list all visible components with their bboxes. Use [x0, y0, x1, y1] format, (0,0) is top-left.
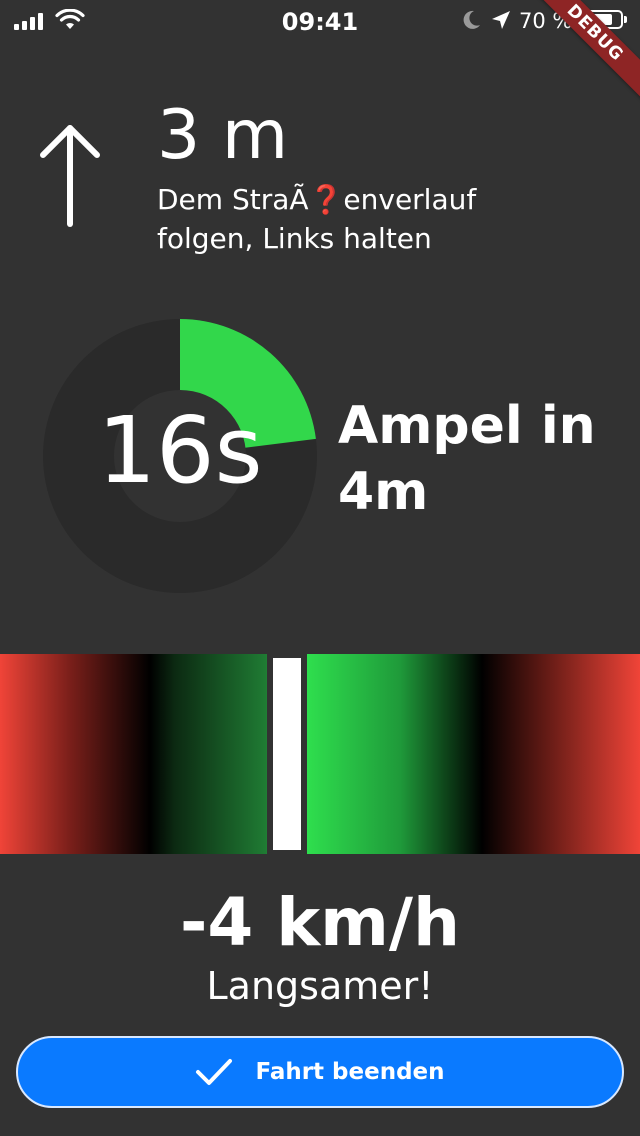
countdown-seconds: 16s: [97, 397, 263, 504]
speed-position-marker-inner: [273, 658, 301, 850]
moon-icon: [463, 10, 480, 29]
arrow-up-icon: [40, 125, 100, 227]
speed-guidance-gradient: [0, 654, 640, 854]
maneuver-distance: 3 m: [157, 96, 289, 175]
checkmark-icon: [196, 1059, 233, 1085]
location-arrow-icon: [492, 11, 510, 29]
app-screen: 09:41 70 % DEBUG 3 m Dem StraÃ❓enverlauf…: [0, 0, 640, 1136]
end-ride-button[interactable]: Fahrt beenden: [16, 1036, 624, 1108]
speed-position-marker: [267, 654, 307, 854]
traffic-light-distance: Ampel in 4m: [338, 396, 596, 522]
status-bar: 09:41 70 %: [0, 0, 640, 40]
maneuver-instruction: Dem StraÃ❓enverlauf folgen, Links halten: [157, 183, 477, 255]
end-ride-button-label: Fahrt beenden: [255, 1059, 445, 1085]
speed-difference: -4 km/h: [179, 884, 461, 961]
speed-hint: Langsamer!: [206, 964, 434, 1008]
